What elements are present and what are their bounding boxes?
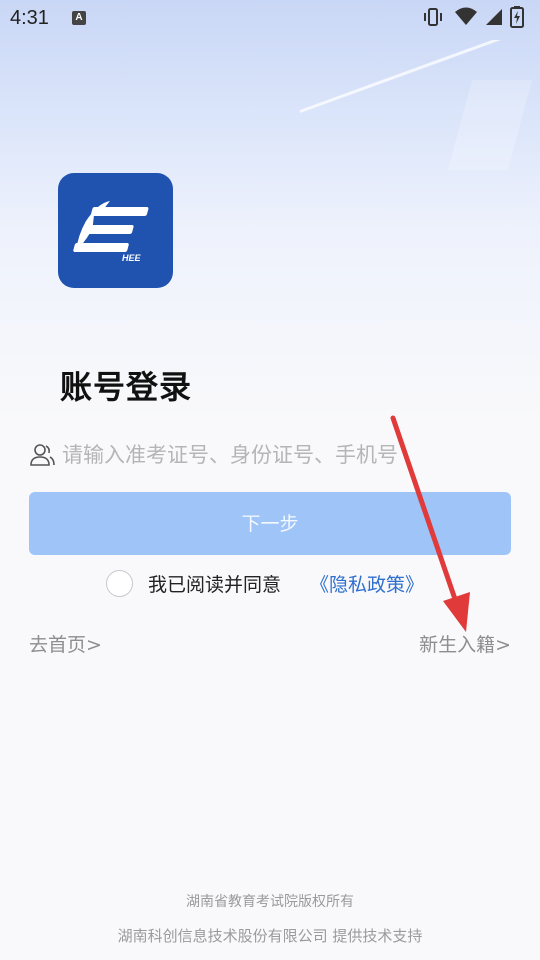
hee-logo-icon: HEE	[73, 201, 149, 263]
vibrate-icon	[424, 8, 442, 26]
new-student-enroll-link[interactable]: 新生入籍>	[419, 630, 511, 657]
privacy-policy-link[interactable]: 《隐私政策》	[310, 570, 424, 597]
page-title: 账号登录	[60, 368, 193, 406]
footer-copyright: 湖南省教育考试院版权所有	[186, 894, 354, 910]
next-button[interactable]: 下一步	[29, 492, 511, 555]
status-time: 4:31	[10, 7, 49, 29]
app-logo: HEE	[58, 173, 173, 288]
wifi-icon	[455, 7, 477, 25]
status-icons	[422, 6, 532, 28]
agree-text: 我已阅读并同意	[148, 574, 282, 596]
go-home-link[interactable]: 去首页>	[29, 630, 102, 657]
logo-text: HEE	[122, 253, 142, 263]
battery-icon	[510, 6, 524, 28]
user-icon	[30, 444, 55, 466]
notification-a-icon: A	[72, 11, 86, 25]
signal-icon	[486, 9, 502, 25]
status-bar: 4:31 A	[0, 0, 540, 36]
footer-support: 湖南科创信息技术股份有限公司 提供技术支持	[117, 927, 423, 945]
account-input[interactable]	[62, 433, 502, 477]
account-input-row	[28, 433, 512, 477]
agree-checkbox[interactable]	[106, 570, 133, 597]
header-decoration	[280, 40, 540, 180]
